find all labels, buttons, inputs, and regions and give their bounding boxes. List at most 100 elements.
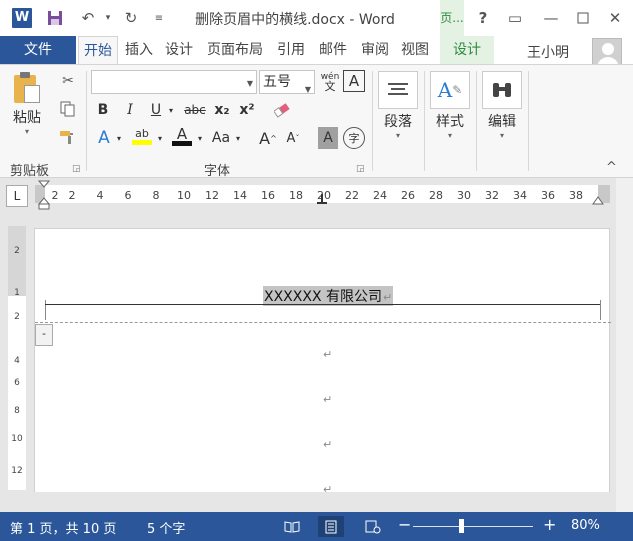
styles-label: 样式	[436, 114, 464, 130]
tab-references[interactable]: 引用	[272, 36, 310, 64]
tab-insert[interactable]: 插入	[120, 36, 158, 64]
help-button[interactable]: ?	[470, 6, 496, 30]
paste-label: 粘贴	[13, 110, 41, 126]
page-count[interactable]: 第 1 页，共 10 页	[10, 518, 116, 537]
word-count[interactable]: 5 个字	[147, 518, 185, 537]
right-indent-marker-icon[interactable]	[592, 194, 604, 205]
tab-view[interactable]: 视图	[396, 36, 434, 64]
text-effects-icon[interactable]: A	[93, 127, 115, 149]
character-shading-button[interactable]: A	[318, 127, 338, 149]
body-paragraph-mark[interactable]: ↵	[323, 348, 332, 361]
vruler-tick: 12	[11, 466, 23, 476]
zoom-level[interactable]: 80%	[571, 518, 600, 533]
underline-button[interactable]: U	[146, 99, 166, 121]
enclose-characters-button[interactable]: 字	[343, 127, 365, 149]
header-text[interactable]: XXXXXX 有限公司↵	[263, 286, 394, 306]
paste-button[interactable]: 粘贴 ▾	[12, 71, 42, 136]
subscript-button[interactable]: x₂	[211, 99, 233, 121]
grow-font-button[interactable]: A ^	[258, 127, 278, 149]
document-page[interactable]: XXXXXX 有限公司↵ - ↵ ↵ ↵ ↵	[34, 228, 611, 496]
user-name[interactable]: 王小明	[527, 42, 569, 62]
tab-file[interactable]: 文件	[0, 36, 76, 64]
paragraph-icon	[378, 71, 418, 109]
body-paragraph-mark[interactable]: ↵	[323, 438, 332, 451]
font-color-button[interactable]: A	[170, 125, 194, 147]
zoom-out-button[interactable]: −	[398, 515, 411, 534]
bold-button[interactable]: B	[93, 99, 113, 121]
editing-button[interactable]: 编辑 ▾	[482, 71, 522, 140]
text-effects-dropdown-icon[interactable]: ▾	[114, 127, 124, 149]
ruler-tick: 14	[233, 189, 247, 202]
underline-dropdown-icon[interactable]: ▾	[166, 99, 176, 121]
collapse-ribbon-icon[interactable]: ^	[606, 160, 617, 175]
paragraph-label: 段落	[384, 114, 412, 130]
font-name-dropdown-icon[interactable]: ▼	[247, 79, 253, 88]
vertical-ruler[interactable]: 2 1 2 4 6 8 10 12	[8, 226, 26, 490]
font-color-dropdown-icon[interactable]: ▾	[195, 127, 205, 149]
close-button[interactable]: ✕	[602, 6, 628, 30]
tab-selector-button[interactable]: L	[6, 185, 28, 207]
tab-home[interactable]: 开始	[78, 36, 118, 65]
save-icon[interactable]	[44, 8, 66, 28]
styles-button[interactable]: A ✎ 样式 ▾	[430, 71, 470, 140]
ribbon: 粘贴 ▾ ✂ 剪贴板 ◲ ▼ 五号 ▼ wén 文 A B I U ▾ abc …	[0, 64, 633, 179]
maximize-button[interactable]	[570, 6, 596, 30]
print-layout-icon[interactable]	[318, 516, 344, 537]
paste-dropdown-icon: ▾	[24, 127, 29, 136]
shrink-font-button[interactable]: Aˇ	[283, 127, 303, 149]
change-case-dropdown-icon[interactable]: ▾	[233, 127, 243, 149]
scrollbar-top[interactable]	[616, 178, 633, 212]
clipboard-launcher-icon[interactable]: ◲	[72, 164, 81, 174]
body-paragraph-mark[interactable]: ↵	[323, 483, 332, 496]
ribbon-display-options-button[interactable]: ▭	[502, 6, 528, 30]
format-painter-icon[interactable]	[58, 127, 78, 147]
tab-review[interactable]: 审阅	[356, 36, 394, 64]
zoom-slider-thumb[interactable]	[459, 519, 464, 533]
font-launcher-icon[interactable]: ◲	[356, 164, 365, 174]
character-border-button[interactable]: A	[343, 70, 365, 92]
vertical-scrollbar[interactable]	[616, 212, 633, 512]
font-name-combobox[interactable]: ▼	[91, 70, 257, 94]
cut-icon[interactable]: ✂	[58, 71, 78, 91]
read-mode-icon[interactable]	[279, 516, 305, 537]
highlight-dropdown-icon[interactable]: ▾	[155, 127, 165, 149]
clear-formatting-icon[interactable]	[272, 99, 294, 121]
styles-dropdown-icon: ▾	[447, 131, 452, 140]
tab-header-design[interactable]: 设计	[440, 36, 494, 64]
word-logo-icon: W	[12, 8, 32, 28]
phonetic-guide-button[interactable]: wén 文	[318, 69, 342, 95]
web-layout-icon[interactable]	[360, 516, 386, 537]
body-paragraph-mark[interactable]: ↵	[323, 393, 332, 406]
font-size-dropdown-icon[interactable]: ▼	[305, 79, 311, 101]
italic-button[interactable]: I	[120, 99, 140, 121]
strikethrough-button[interactable]: abc	[182, 99, 208, 121]
ruler-tick: 24	[373, 189, 387, 202]
minimize-button[interactable]: —	[538, 6, 564, 30]
zoom-in-button[interactable]: +	[543, 515, 556, 534]
undo-dropdown-icon[interactable]: ▾	[97, 8, 119, 28]
header-border-right	[600, 300, 601, 320]
indent-markers-icon[interactable]	[37, 180, 51, 210]
ruler-tick: 22	[345, 189, 359, 202]
highlight-color-icon[interactable]: ab	[130, 125, 154, 147]
binoculars-icon	[482, 71, 522, 109]
header-tag[interactable]: -	[35, 324, 53, 346]
tab-page-layout[interactable]: 页面布局	[200, 36, 270, 64]
ruler-tick: 38	[569, 189, 583, 202]
tab-design[interactable]: 设计	[160, 36, 198, 64]
change-case-button[interactable]: Aa	[209, 127, 233, 149]
zoom-slider[interactable]	[413, 526, 533, 527]
superscript-button[interactable]: x²	[236, 99, 258, 121]
font-size-combobox[interactable]: 五号 ▼	[259, 70, 315, 94]
paragraph-mark: ↵	[383, 291, 393, 304]
tab-mailings[interactable]: 邮件	[312, 36, 354, 64]
ruler-tick: 28	[429, 189, 443, 202]
redo-icon[interactable]: ↻	[120, 8, 142, 28]
ruler-tick: 8	[152, 189, 160, 202]
undo-icon[interactable]: ↶	[77, 8, 99, 28]
paste-icon	[12, 71, 42, 105]
paragraph-button[interactable]: 段落 ▾	[378, 71, 418, 140]
copy-icon[interactable]	[58, 99, 78, 119]
center-tab-stop-icon[interactable]	[316, 194, 328, 206]
vruler-tick: 4	[14, 356, 20, 366]
